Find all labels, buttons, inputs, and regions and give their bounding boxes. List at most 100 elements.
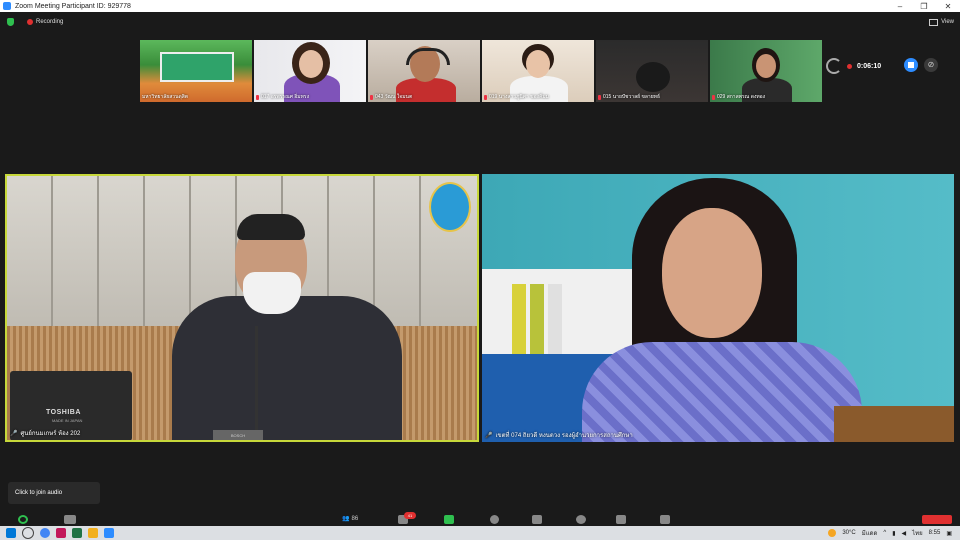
participant-name-label: 017 อรพรรณศ อิ่มทรง xyxy=(256,93,309,101)
weather-sun-icon xyxy=(828,529,837,537)
recording-dot-icon xyxy=(847,63,852,69)
excel-icon[interactable] xyxy=(72,528,82,538)
mic-icon: 🎤 xyxy=(10,430,18,437)
participant-name-label: 043 วัฒน ใจมนต xyxy=(370,93,412,101)
wall-panel xyxy=(375,176,421,331)
video-name-label: 🎤 ศูนย์กนมเกษร์ ห้อง 202 xyxy=(10,430,81,438)
binder xyxy=(530,284,544,354)
building-sign xyxy=(160,52,234,82)
join-audio-tooltip[interactable]: Click to join audio xyxy=(8,482,100,504)
search-icon[interactable] xyxy=(22,527,34,539)
temperature: 30°C xyxy=(842,530,856,536)
close-button[interactable]: ✕ xyxy=(936,2,960,11)
grid-view-icon xyxy=(929,18,939,26)
mic-icon: 🎤 xyxy=(485,432,493,439)
network-icon[interactable]: ▮ xyxy=(892,530,895,537)
participants-button[interactable]: 👥 86 xyxy=(342,515,359,523)
meeting-timer: 0:06:10 xyxy=(826,58,881,74)
participants-icon: 👥 xyxy=(342,516,350,522)
chat-badge: 41 xyxy=(404,512,416,519)
clock[interactable]: 8:55 xyxy=(929,530,941,536)
muted-mic-icon xyxy=(484,94,487,100)
participant-thumbnail[interactable]: 015 นายปัชวาลย์ ขลายทธ์ xyxy=(596,40,708,102)
recording-dot-icon xyxy=(27,19,33,25)
apps-icon[interactable] xyxy=(616,515,626,524)
zoom-logo-icon xyxy=(3,2,11,10)
app-icon[interactable] xyxy=(56,528,66,538)
window-controls: – ❐ ✕ xyxy=(888,2,960,11)
loading-spinner-icon xyxy=(826,58,842,74)
volume-icon[interactable]: ◀ xyxy=(902,530,907,537)
participant-head xyxy=(636,62,670,92)
view-label: View xyxy=(941,19,954,25)
participant-thumbnail[interactable]: 019 นางสาวภูนิศา ของคิ่มม xyxy=(482,40,594,102)
windows-start-icon[interactable] xyxy=(6,528,16,538)
participant-name-label: 015 นายปัชวาลย์ ขลายทธ์ xyxy=(598,93,660,101)
join-audio-icon[interactable] xyxy=(18,515,28,524)
microphone-stand xyxy=(255,326,258,436)
participant-face xyxy=(526,50,550,78)
participant-thumbnail[interactable]: 043 วัฒน ใจมนต xyxy=(368,40,480,102)
binder xyxy=(512,284,526,354)
participant-shirt xyxy=(582,342,862,442)
main-video-left[interactable]: BOSCH TOSHIBA MADE IN JAPAN 🎤 ศูนย์กนมเก… xyxy=(5,174,479,442)
participant-thumbnail[interactable]: 017 อรพรรณศ อิ่มทรง xyxy=(254,40,366,102)
end-meeting-button[interactable] xyxy=(922,515,952,524)
window-titlebar: Zoom Meeting Participant ID: 929778 – ❐ … xyxy=(0,0,960,12)
muted-mic-icon xyxy=(598,94,601,100)
language-indicator[interactable]: ไทย xyxy=(912,528,923,538)
mic-off-icon[interactable]: ⊘ xyxy=(924,58,938,72)
meeting-toolbar: 👥 86 41 xyxy=(0,512,960,526)
main-video-right[interactable]: 🎤 เขตที่ 074 ถิยวดี หงนดวง รองผู้อำนวยกา… xyxy=(482,174,954,442)
muted-mic-icon xyxy=(256,94,259,100)
share-screen-icon[interactable] xyxy=(444,515,454,524)
encryption-shield-icon[interactable] xyxy=(7,18,14,26)
speaker-hair xyxy=(237,214,305,240)
window-title: Zoom Meeting Participant ID: 929778 xyxy=(15,2,131,10)
zoom-taskbar-icon[interactable] xyxy=(104,528,114,538)
participants-count: 86 xyxy=(351,515,359,522)
system-tray: 30°C มีแดด ^ ▮ ◀ ไทย 8:55 ▣ xyxy=(828,528,960,538)
participant-name-label: 029 สกาลพรณ ดงทอง xyxy=(712,93,765,101)
headset-icon xyxy=(406,48,450,65)
closed-caption-icon[interactable] xyxy=(532,515,542,524)
participant-face xyxy=(662,208,762,338)
reactions-icon[interactable] xyxy=(576,515,586,524)
binder xyxy=(548,284,562,354)
notification-icon[interactable]: ▣ xyxy=(946,530,952,537)
timer-value: 0:06:10 xyxy=(857,62,882,70)
stop-recording-button[interactable] xyxy=(904,58,918,72)
muted-mic-icon xyxy=(370,94,373,100)
participant-name-label: 019 นางสาวภูนิศา ของคิ่มม xyxy=(484,93,549,101)
institution-seal-icon xyxy=(429,182,471,232)
wall-panel xyxy=(145,176,191,331)
participant-face xyxy=(299,50,323,78)
whiteboard-icon[interactable] xyxy=(660,515,670,524)
participant-thumbnail[interactable]: มหาวิทยาลัยสวนดุสิต xyxy=(140,40,252,102)
chrome-icon[interactable] xyxy=(40,528,50,538)
record-icon[interactable] xyxy=(490,515,499,524)
laptop-brand: TOSHIBA xyxy=(46,409,81,416)
wall-panel xyxy=(99,176,145,331)
participant-thumbnail-strip: มหาวิทยาลัยสวนดุสิต 017 อรพรรณศ อิ่มทรง … xyxy=(140,40,822,102)
participant-face xyxy=(756,54,776,78)
participant-thumbnail[interactable]: 029 สกาลพรณ ดงทอง xyxy=(710,40,822,102)
laptop-sub: MADE IN JAPAN xyxy=(52,418,83,423)
wall-panel xyxy=(7,176,53,331)
wall-panel xyxy=(53,176,99,331)
face-mask xyxy=(243,272,301,314)
wooden-bench xyxy=(834,406,954,442)
minimize-button[interactable]: – xyxy=(888,2,912,11)
recording-label: Recording xyxy=(36,19,64,25)
recording-bar: Recording View xyxy=(0,12,960,32)
maximize-button[interactable]: ❐ xyxy=(912,2,936,11)
weather-text: มีแดด xyxy=(861,531,878,537)
view-button[interactable]: View xyxy=(929,18,954,26)
speaker-body xyxy=(172,296,402,440)
participant-name-label: มหาวิทยาลัยสวนดุสิต xyxy=(142,94,189,100)
video-name-label: 🎤 เขตที่ 074 ถิยวดี หงนดวง รองผู้อำนวยกา… xyxy=(485,432,633,440)
video-camera-icon[interactable] xyxy=(64,515,76,524)
windows-taskbar: 30°C มีแดด ^ ▮ ◀ ไทย 8:55 ▣ xyxy=(0,526,960,540)
app-icon[interactable] xyxy=(88,528,98,538)
chevron-up-icon[interactable]: ^ xyxy=(883,530,886,536)
